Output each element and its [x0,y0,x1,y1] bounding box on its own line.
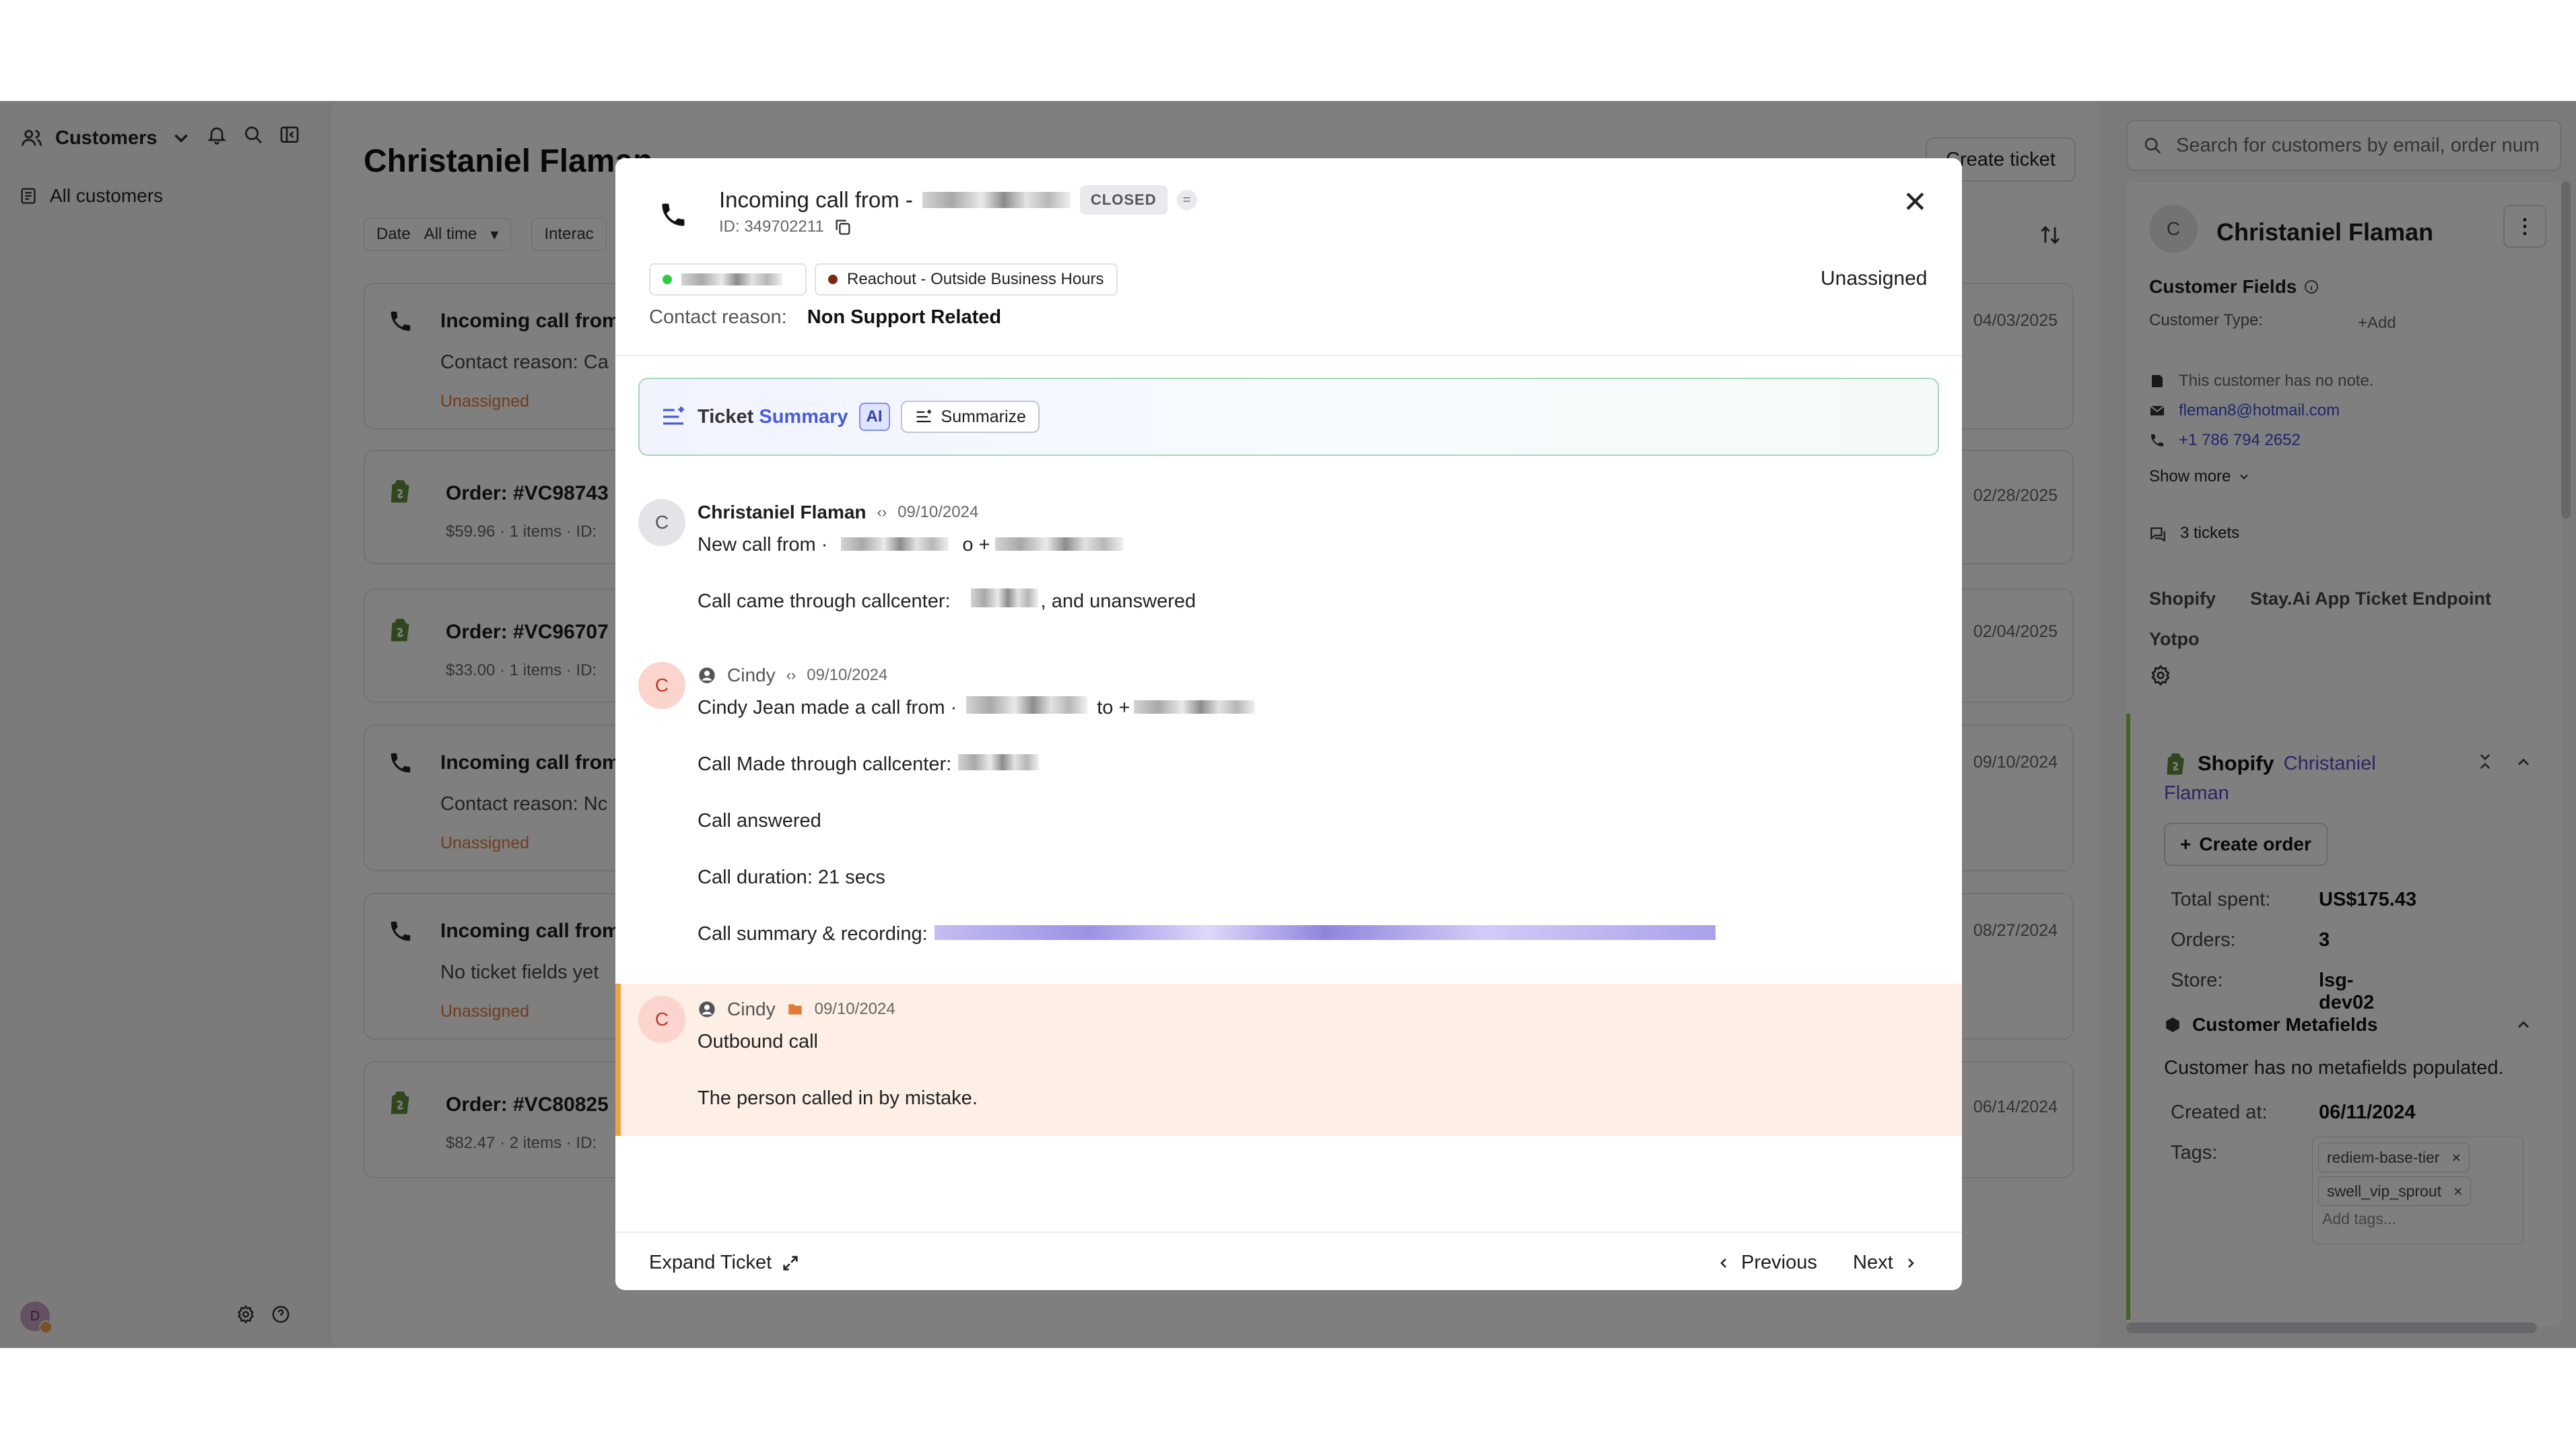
redacted-text [1134,700,1256,714]
contact-reason-row: Contact reason: Non Support Related [649,306,1001,329]
line-text: Call summary & recording: [698,923,928,945]
contact-reason-value[interactable]: Non Support Related [807,306,1001,328]
summary-label: Ticket Summary [698,406,848,428]
ticket-title: Incoming call from - CLOSED = [719,185,1197,215]
next-button[interactable]: Next [1853,1252,1919,1274]
message-line: Cindy Jean made a call from · to + [698,679,1716,736]
recording-link[interactable] [934,925,1716,940]
message-body: New call from · o + Call came through cal… [698,516,1196,630]
contact-reason-label: Contact reason: [649,306,787,328]
modal-footer: Expand Ticket Previous Next [615,1232,1962,1290]
previous-label: Previous [1741,1252,1817,1273]
chevron-left-icon [1716,1255,1732,1271]
chevron-right-icon [1903,1255,1919,1271]
close-icon[interactable]: ✕ [1903,188,1928,217]
expand-icon [781,1254,800,1273]
ticket-id: ID: 349702211 [719,217,852,236]
redacted-text [995,537,1124,551]
redacted-text [841,537,949,551]
avatar: C [638,499,685,546]
assignee-dropdown[interactable]: Unassigned [1821,267,1927,290]
summary-label-1: Ticket [698,405,754,428]
app-root: Customers All customers D Christaniel Fl… [0,101,2576,1348]
status-chip-label: Reachout - Outside Business Hours [847,270,1104,288]
line-text: to + [1097,697,1130,718]
status-dot-icon [828,275,838,284]
redacted-text [922,192,1071,208]
line-text: Call came through callcenter: [698,591,951,612]
message-line: New call from · o + [698,516,1196,573]
ticket-summary-box: Ticket Summary AI Summarize [638,378,1939,456]
message-line: Call answered [698,810,821,832]
message-line: Call came through callcenter: , and unans… [698,573,1196,630]
sparkle-list-icon [660,403,687,430]
summarize-button[interactable]: Summarize [900,401,1040,433]
line-text: o + [962,534,990,555]
summarize-icon [914,407,933,426]
avatar: C [638,662,685,709]
line-text: Cindy Jean made a call from · [698,697,957,718]
next-label: Next [1853,1252,1893,1273]
ticket-id-text: ID: 349702211 [719,217,824,236]
status-chip[interactable]: Reachout - Outside Business Hours [815,263,1118,296]
line-text: Call Made through callcenter: [698,753,952,775]
phone-icon [658,200,688,230]
previous-button[interactable]: Previous [1716,1252,1817,1274]
message-line: The person called in by mistake. [698,1087,978,1109]
summarize-label: Summarize [941,407,1026,426]
ticket-modal: Incoming call from - CLOSED = ID: 349702… [615,158,1962,1290]
redacted-text [970,588,1038,607]
line-text: , and unanswered [1040,591,1196,612]
ticket-title-text: Incoming call from - [719,187,913,212]
expand-ticket-label: Expand Ticket [649,1252,772,1273]
menu-icon[interactable]: = [1176,190,1197,210]
expand-ticket-button[interactable]: Expand Ticket [649,1252,800,1274]
redacted-text [958,754,1040,770]
copy-icon[interactable] [834,217,852,236]
status-badge: CLOSED [1079,185,1167,215]
summary-label-2: Summary [759,405,848,428]
message-line: Call Made through callcenter: [698,736,1716,793]
online-dot-icon [663,275,672,284]
line-text: New call from · [698,534,828,555]
message-body: Cindy Jean made a call from · to + Call M… [698,679,1716,962]
message-line: Call summary & recording: [698,906,1716,962]
message-body: Outbound call The person called in by mi… [698,1013,978,1126]
message-line: Call duration: 21 secs [698,867,885,888]
ai-badge: AI [858,403,890,431]
avatar: C [638,996,685,1043]
redacted-text [966,696,1088,714]
channel-chip[interactable] [649,263,807,296]
divider [615,355,1962,356]
redacted-text [681,273,782,285]
message-line: Outbound call [698,1031,818,1052]
